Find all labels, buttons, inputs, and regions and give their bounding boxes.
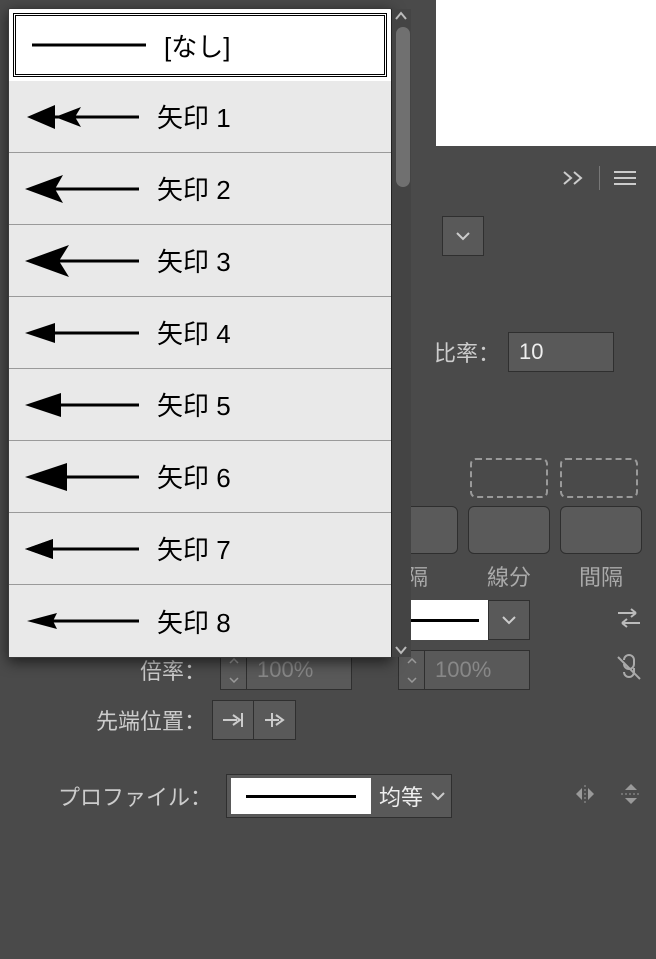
scroll-thumb[interactable] (396, 27, 410, 187)
profile-combo[interactable]: 均等 (226, 774, 452, 818)
tip-flush-icon[interactable] (254, 700, 296, 740)
arrow-end-drop-icon[interactable] (488, 600, 530, 640)
profile-swatch (231, 778, 371, 814)
canvas-area (436, 0, 656, 146)
arrow-end-combo[interactable] (398, 600, 530, 640)
dash-outline-2[interactable] (560, 458, 638, 498)
tip-label: 先端位置： (96, 709, 206, 734)
link-scale-icon[interactable] (614, 653, 644, 688)
cap-dropdown[interactable] (442, 216, 484, 256)
gap-slot-3[interactable] (560, 506, 642, 554)
gap-label-2: 線分 (487, 560, 531, 592)
arrow-option-7[interactable]: 矢印 7 (9, 513, 391, 585)
swap-arrows-icon[interactable] (614, 605, 644, 636)
gap-slot-2[interactable] (468, 506, 550, 554)
ratio-label: 比率： (434, 336, 500, 368)
dash-outline-1[interactable] (470, 458, 548, 498)
arrow-option-none[interactable]: [なし] (13, 13, 387, 77)
arrow-option-5[interactable]: 矢印 5 (9, 369, 391, 441)
tip-extend-icon[interactable] (212, 700, 254, 740)
scroll-down-icon[interactable] (395, 645, 407, 655)
chevron-down-icon (431, 791, 445, 801)
arrow-option-1[interactable]: 矢印 1 (9, 81, 391, 153)
arrow-end-swatch (398, 600, 488, 640)
flip-vertical-icon[interactable] (618, 779, 644, 814)
arrow-option-2[interactable]: 矢印 2 (9, 153, 391, 225)
scroll-up-icon[interactable] (395, 11, 407, 21)
arrow-option-6[interactable]: 矢印 6 (9, 441, 391, 513)
menu-icon[interactable] (612, 168, 638, 188)
arrow-dropdown: [なし] 矢印 1 矢印 2 矢印 3 矢印 4 矢印 5 矢印 6 矢印 7 … (8, 8, 392, 658)
scale-end-input[interactable]: 100% (424, 650, 530, 690)
flip-horizontal-icon[interactable] (570, 781, 600, 812)
profile-value: 均等 (371, 780, 431, 812)
arrow-option-4[interactable]: 矢印 4 (9, 297, 391, 369)
expand-icon[interactable] (561, 168, 587, 188)
scale-label: 倍率： (140, 659, 206, 684)
ratio-input[interactable]: 10 (508, 332, 614, 372)
arrow-option-3[interactable]: 矢印 3 (9, 225, 391, 297)
profile-label: プロファイル： (58, 785, 212, 810)
arrow-option-8[interactable]: 矢印 8 (9, 585, 391, 657)
separator (599, 166, 600, 190)
gap-label-3: 間隔 (579, 560, 623, 592)
